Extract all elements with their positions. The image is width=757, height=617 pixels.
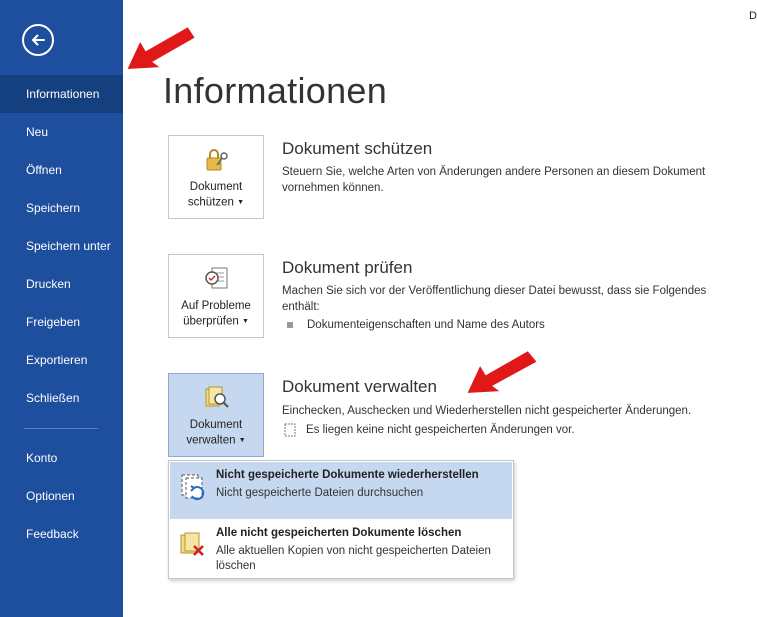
- nav-exportieren[interactable]: Exportieren: [0, 341, 123, 379]
- inspect-button-line1: Auf Probleme: [181, 300, 251, 312]
- nav-informationen[interactable]: Informationen: [0, 75, 123, 113]
- inspect-bullet: Dokumenteigenschaften und Name des Autor…: [287, 319, 545, 331]
- backstage-sidebar: Informationen Neu Öffnen Speichern Speic…: [0, 0, 123, 617]
- nav-freigeben[interactable]: Freigeben: [0, 303, 123, 341]
- inspect-description: Machen Sie sich vor der Veröffentlichung…: [282, 285, 707, 313]
- annotation-arrow-informationen: [124, 24, 198, 72]
- recover-item-subtitle: Nicht gespeicherte Dateien durchsuchen: [216, 487, 424, 499]
- document-small-icon: [284, 423, 296, 437]
- bullet-square-icon: [287, 321, 293, 328]
- recover-document-icon: [181, 474, 205, 501]
- nav-drucken[interactable]: Drucken: [0, 265, 123, 303]
- delete-document-icon: [180, 532, 204, 556]
- lock-key-icon: [206, 149, 228, 171]
- chevron-down-icon: ▼: [241, 318, 249, 325]
- nav-feedback[interactable]: Feedback: [0, 515, 123, 553]
- chevron-down-icon: ▼: [237, 199, 245, 206]
- manage-status: Es liegen keine nicht gespeicherten Ände…: [284, 423, 575, 437]
- nav-oeffnen[interactable]: Öffnen: [0, 151, 123, 189]
- manage-status-text: Es liegen keine nicht gespeicherten Ände…: [306, 424, 575, 437]
- protect-button-line2: schützen: [187, 196, 234, 209]
- nav-neu[interactable]: Neu: [0, 113, 123, 151]
- window-corner-text: D: [749, 10, 757, 22]
- page-title: Informationen: [163, 70, 388, 111]
- inspect-bullet-text: Dokumenteigenschaften und Name des Autor…: [307, 319, 545, 331]
- protect-description: Steuern Sie, welche Arten von Änderungen…: [282, 166, 706, 194]
- inspect-button-line2: überprüfen: [183, 315, 239, 328]
- back-arrow-icon: [32, 34, 45, 46]
- inspect-checklist-icon: [205, 267, 228, 289]
- inspect-title: Dokument prüfen: [282, 258, 413, 277]
- manage-document-button[interactable]: Dokument verwalten ▼: [168, 373, 264, 457]
- protect-title: Dokument schützen: [282, 139, 433, 158]
- chevron-down-icon: ▼: [238, 437, 246, 444]
- inspect-document-button[interactable]: Auf Probleme überprüfen ▼: [168, 254, 264, 338]
- nav-divider: [24, 428, 98, 429]
- delete-unsaved-documents-item[interactable]: Alle nicht gespeicherten Dokumente lösch…: [170, 519, 512, 577]
- manage-dropdown-menu: Nicht gespeicherte Dokumente wiederherst…: [168, 460, 514, 579]
- back-button[interactable]: [22, 24, 54, 56]
- nav-schliessen[interactable]: Schließen: [0, 379, 123, 417]
- delete-item-subtitle: Alle aktuellen Kopien von nicht gespeich…: [216, 545, 491, 572]
- manage-document-icon: [205, 386, 229, 408]
- nav-optionen[interactable]: Optionen: [0, 477, 123, 515]
- manage-button-line1: Dokument: [189, 419, 243, 431]
- recover-item-title: Nicht gespeicherte Dokumente wiederherst…: [216, 469, 479, 481]
- nav-speichern[interactable]: Speichern: [0, 189, 123, 227]
- manage-description: Einchecken, Auschecken und Wiederherstel…: [282, 405, 692, 417]
- annotation-arrow-verwalten: [464, 348, 540, 396]
- recover-unsaved-documents-item[interactable]: Nicht gespeicherte Dokumente wiederherst…: [170, 462, 512, 519]
- nav-speichern-unter[interactable]: Speichern unter: [0, 227, 123, 265]
- protect-document-button[interactable]: Dokument schützen ▼: [168, 135, 264, 219]
- manage-button-line2: verwalten: [186, 434, 236, 447]
- delete-item-title: Alle nicht gespeicherten Dokumente lösch…: [216, 527, 462, 539]
- protect-button-line1: Dokument: [189, 181, 243, 193]
- nav-konto[interactable]: Konto: [0, 439, 123, 477]
- manage-title: Dokument verwalten: [282, 377, 437, 396]
